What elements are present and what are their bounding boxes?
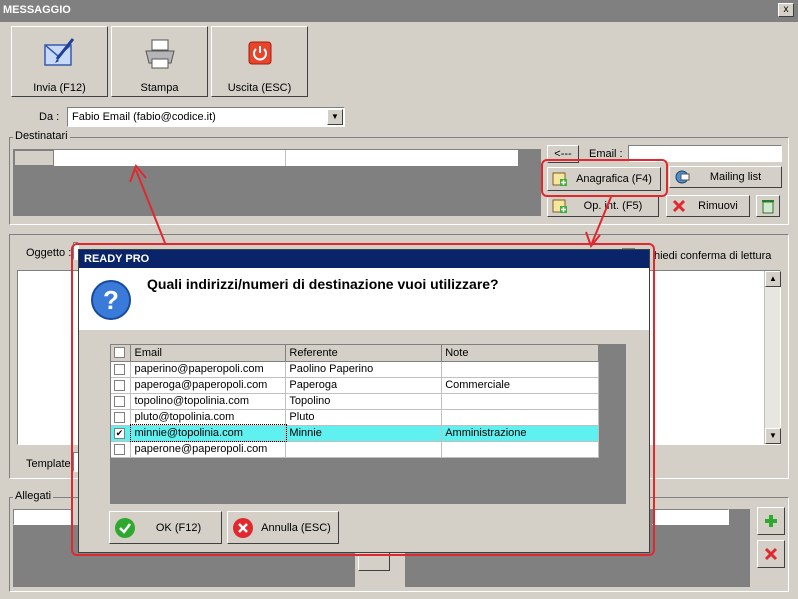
annotation-arrows [129,164,612,249]
